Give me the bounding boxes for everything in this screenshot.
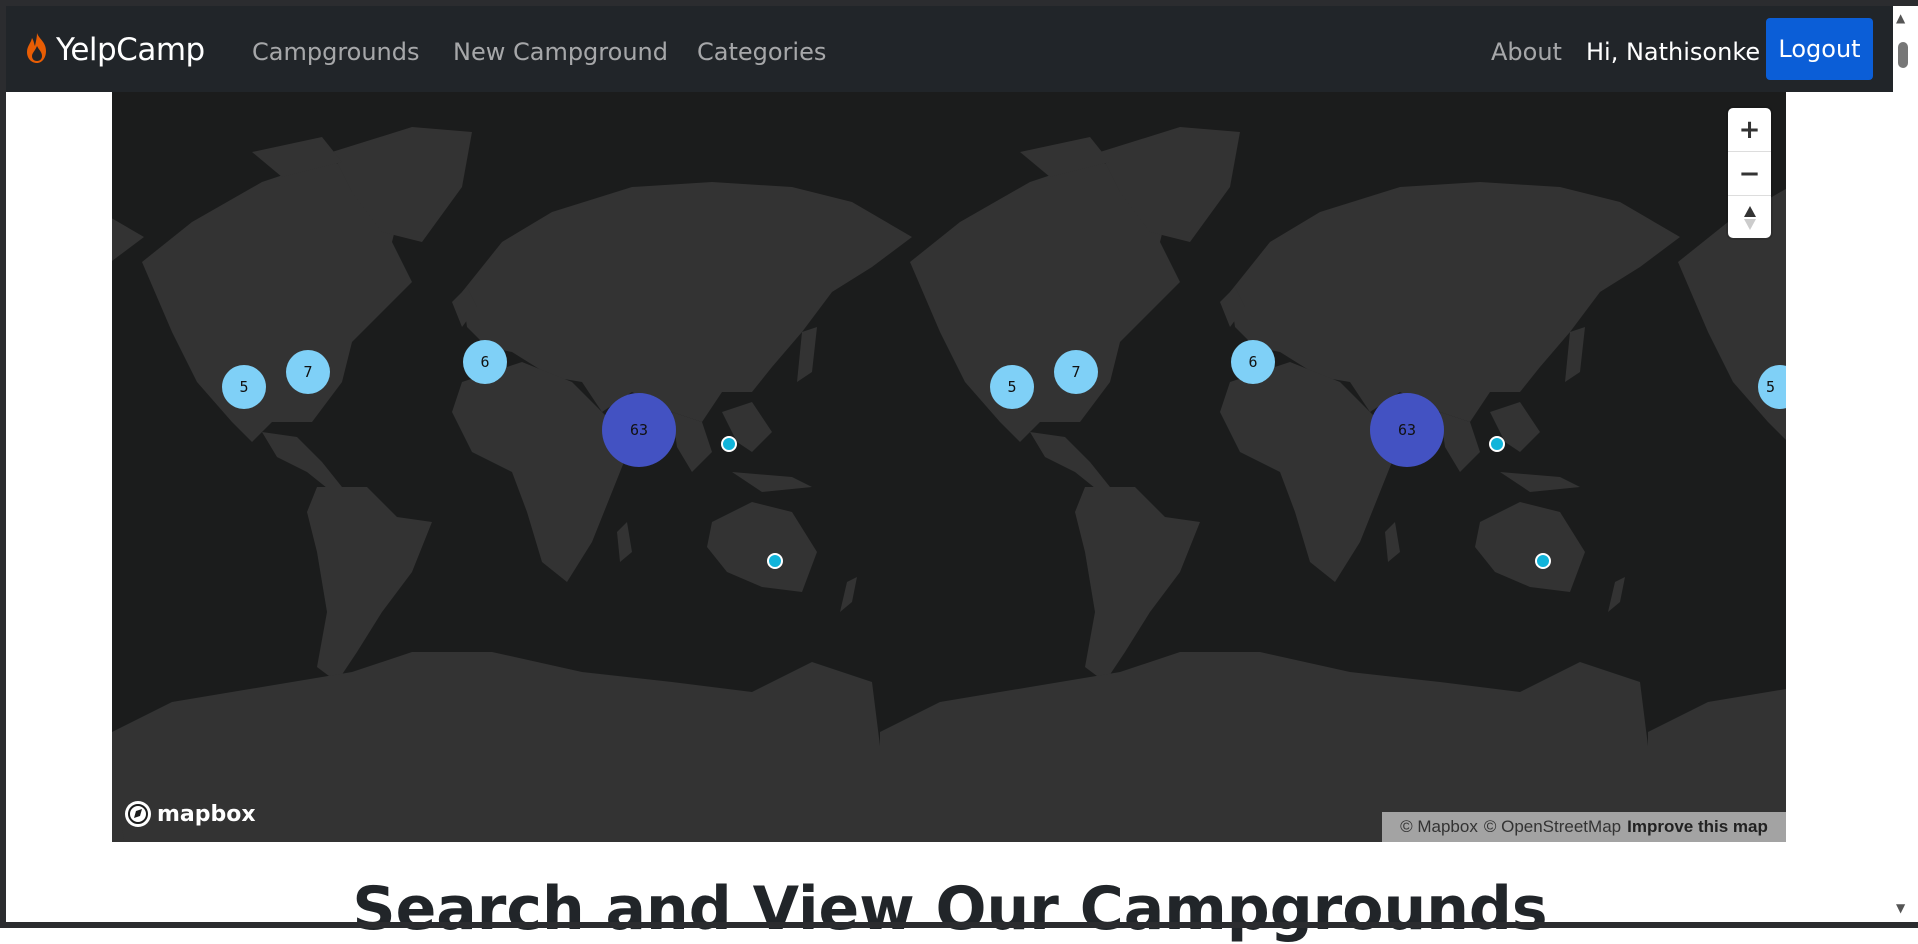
attribution-mapbox-link[interactable]: © Mapbox	[1400, 817, 1478, 837]
scroll-up-arrow[interactable]: ▲	[1896, 12, 1905, 24]
nav-link-new-campground[interactable]: New Campground	[453, 38, 668, 66]
map-attribution: © Mapbox © OpenStreetMap Improve this ma…	[1382, 812, 1786, 842]
mapbox-logo-text: mapbox	[157, 801, 256, 827]
cluster-marker[interactable]: 5	[990, 365, 1034, 409]
cluster-map[interactable]: 5 7 6 63 5 7 6 63 5 + − mapbox © Mapbox …	[112, 92, 1786, 842]
brand-name: YelpCamp	[56, 32, 205, 68]
mapbox-logo-icon	[125, 801, 151, 827]
cluster-marker[interactable]: 7	[286, 350, 330, 394]
page-heading: Search and View Our Campgrounds	[352, 874, 1548, 944]
cluster-marker[interactable]: 6	[1231, 340, 1275, 384]
campground-pin[interactable]	[1535, 553, 1551, 569]
window-frame-bottom	[0, 922, 1918, 928]
user-greeting: Hi, Nathisonke	[1586, 38, 1761, 66]
cluster-marker[interactable]: 6	[463, 340, 507, 384]
nav-link-campgrounds[interactable]: Campgrounds	[252, 38, 420, 66]
cluster-marker[interactable]: 63	[602, 393, 676, 467]
cluster-marker[interactable]: 63	[1370, 393, 1444, 467]
scroll-thumb[interactable]	[1898, 42, 1908, 68]
page-scrollbar[interactable]: ▲ ▼	[1893, 6, 1912, 922]
map-navigation-control: + −	[1728, 108, 1771, 238]
nav-link-categories[interactable]: Categories	[697, 38, 826, 66]
zoom-out-button[interactable]: −	[1728, 152, 1771, 196]
scroll-down-arrow[interactable]: ▼	[1896, 902, 1905, 914]
compass-icon	[1743, 205, 1756, 230]
campground-pin[interactable]	[1489, 436, 1505, 452]
campground-pin[interactable]	[767, 553, 783, 569]
window-frame-left	[0, 0, 6, 928]
improve-map-link[interactable]: Improve this map	[1627, 817, 1768, 837]
mapbox-logo[interactable]: mapbox	[124, 800, 256, 828]
zoom-in-button[interactable]: +	[1728, 108, 1771, 152]
brand-link[interactable]: YelpCamp	[22, 31, 205, 69]
navbar: YelpCamp Campgrounds New Campground Cate…	[6, 6, 1893, 92]
attribution-osm-link[interactable]: © OpenStreetMap	[1484, 817, 1621, 837]
compass-button[interactable]	[1728, 196, 1771, 239]
logout-button[interactable]: Logout	[1766, 18, 1873, 80]
flame-icon	[22, 31, 52, 69]
world-map-tiles	[112, 127, 1786, 842]
cluster-marker[interactable]: 5	[222, 365, 266, 409]
campground-pin[interactable]	[721, 436, 737, 452]
cluster-marker[interactable]: 7	[1054, 350, 1098, 394]
nav-link-about[interactable]: About	[1491, 38, 1562, 66]
